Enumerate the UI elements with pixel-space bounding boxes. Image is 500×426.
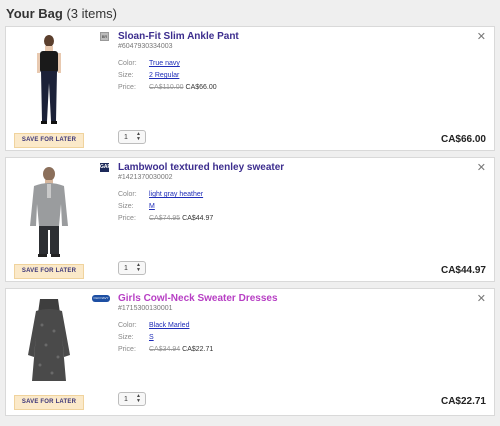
brand-logo-banana-republic: BR [100, 32, 109, 41]
price-row: Price: CA$74.95 CA$44.97 [118, 215, 213, 222]
price-label: Price: [118, 346, 136, 353]
brand-mark-text: GAP [100, 163, 111, 172]
quantity-select[interactable]: 1 ▲ ▼ [118, 261, 146, 275]
bag-title-label: Your Bag [6, 6, 63, 21]
brand-mark-text: OLD NAVY [92, 295, 110, 302]
product-sku: #1715300130001 [118, 305, 173, 312]
updown-arrows-icon: ▲ ▼ [136, 393, 141, 404]
sale-price: CA$66.00 [185, 84, 217, 91]
color-row: Color: True navy [118, 60, 180, 67]
product-name-link[interactable]: Sloan-Fit Slim Ankle Pant [118, 31, 239, 42]
original-price: CA$110.00 [149, 84, 184, 91]
product-name-link[interactable]: Girls Cowl-Neck Sweater Dresses [118, 293, 278, 304]
bag-item-count: (3 items) [66, 6, 118, 21]
bag-title: Your Bag (3 items) [6, 6, 117, 21]
product-sku: #1421370030002 [118, 174, 173, 181]
line-total: CA$22.71 [440, 396, 486, 407]
size-row: Size: S [118, 334, 154, 341]
product-sku: #6047930334003 [118, 43, 173, 50]
price-label: Price: [118, 215, 136, 222]
color-row: Color: light gray heather [118, 191, 203, 198]
size-label: Size: [118, 203, 134, 210]
brand-logo-gap: GAP [100, 163, 111, 172]
line-total: CA$44.97 [440, 265, 486, 276]
size-label: Size: [118, 72, 134, 79]
quantity-select[interactable]: 1 ▲ ▼ [118, 130, 146, 144]
remove-item-close-icon[interactable]: ✕ [477, 161, 486, 174]
updown-arrows-icon: ▲ ▼ [136, 131, 141, 142]
size-value-link[interactable]: S [149, 334, 154, 341]
color-value-link[interactable]: Black Marled [149, 322, 189, 329]
sale-price: CA$22.71 [182, 346, 214, 353]
product-image-dress[interactable] [14, 295, 84, 391]
quantity-value: 1 [124, 133, 128, 141]
bag-item-card: SAVE FOR LATER OLD NAVY Girls Cowl-Neck … [5, 288, 495, 416]
size-label: Size: [118, 334, 134, 341]
color-row: Color: Black Marled [118, 322, 189, 329]
save-for-later-button[interactable]: SAVE FOR LATER [14, 395, 84, 410]
original-price: CA$74.95 [149, 215, 181, 222]
remove-item-close-icon[interactable]: ✕ [477, 292, 486, 305]
price-row: Price: CA$34.94 CA$22.71 [118, 346, 213, 353]
quantity-value: 1 [124, 395, 128, 403]
color-label: Color: [118, 322, 137, 329]
line-total: CA$66.00 [440, 134, 486, 145]
product-image-sweater[interactable] [14, 164, 84, 260]
product-image-pant[interactable] [14, 33, 84, 129]
save-for-later-button[interactable]: SAVE FOR LATER [14, 264, 84, 279]
original-price: CA$34.94 [149, 346, 181, 353]
quantity-select[interactable]: 1 ▲ ▼ [118, 392, 146, 406]
size-row: Size: 2 Regular [118, 72, 179, 79]
price-label: Price: [118, 84, 136, 91]
brand-logo-old-navy: OLD NAVY [92, 295, 110, 302]
color-label: Color: [118, 191, 137, 198]
price-row: Price: CA$110.00 CA$66.00 [118, 84, 217, 91]
remove-item-close-icon[interactable]: ✕ [477, 30, 486, 43]
size-value-link[interactable]: M [149, 203, 155, 210]
save-for-later-button[interactable]: SAVE FOR LATER [14, 133, 84, 148]
bag-item-card: SAVE FOR LATER BR Sloan-Fit Slim Ankle P… [5, 26, 495, 151]
sale-price: CA$44.97 [182, 215, 214, 222]
updown-arrows-icon: ▲ ▼ [136, 262, 141, 273]
quantity-value: 1 [124, 264, 128, 272]
color-value-link[interactable]: light gray heather [149, 191, 203, 198]
size-value-link[interactable]: 2 Regular [149, 72, 179, 79]
color-label: Color: [118, 60, 137, 67]
brand-mark-text: BR [100, 32, 109, 41]
color-value-link[interactable]: True navy [149, 60, 180, 67]
size-row: Size: M [118, 203, 155, 210]
bag-item-card: SAVE FOR LATER GAP Lambwool textured hen… [5, 157, 495, 282]
product-name-link[interactable]: Lambwool textured henley sweater [118, 162, 284, 173]
